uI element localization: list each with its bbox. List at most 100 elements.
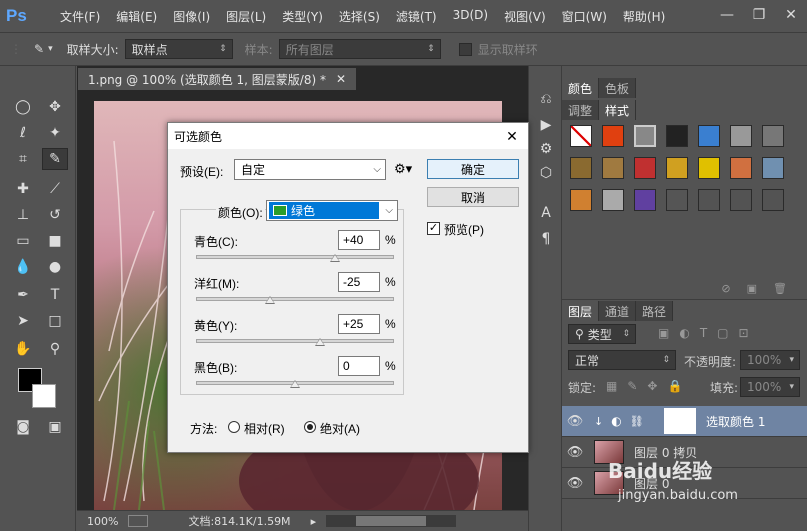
close-tab-icon[interactable]: ✕ [336, 72, 346, 86]
panel-tab[interactable]: 路径 [636, 301, 674, 321]
tool-preset-chevron-icon[interactable]: ▾ [48, 44, 53, 54]
background-color-swatch[interactable] [32, 384, 56, 408]
style-swatch[interactable] [666, 189, 688, 211]
slider-track[interactable] [196, 255, 394, 259]
slider-track[interactable] [196, 339, 394, 343]
style-swatch[interactable] [730, 189, 752, 211]
horizontal-scrollbar[interactable] [326, 515, 457, 527]
history-panel-icon[interactable]: ⎌ [535, 88, 557, 110]
menu-item[interactable]: 3D(D) [445, 8, 496, 25]
stamp-tool-icon[interactable]: ⊥ [10, 204, 36, 226]
style-swatch[interactable] [698, 189, 720, 211]
fill-input[interactable]: 100% ▾ [740, 377, 800, 397]
3d-panel-icon[interactable]: ⬡ [535, 162, 557, 184]
move-tool-icon[interactable]: ✥ [42, 96, 68, 118]
style-swatch[interactable] [634, 189, 656, 211]
cancel-button[interactable]: 取消 [427, 187, 519, 207]
style-swatch[interactable] [570, 189, 592, 211]
gradient-tool-icon[interactable]: ■ [42, 230, 68, 252]
style-swatch[interactable] [666, 157, 688, 179]
ok-button[interactable]: 确定 [427, 159, 519, 179]
blend-mode-select[interactable]: 正常 ⇕ [568, 350, 676, 370]
show-ring-checkbox[interactable] [458, 42, 472, 56]
crop-tool-icon[interactable]: ⌗ [10, 148, 36, 170]
menu-item[interactable]: 滤镜(T) [388, 8, 445, 25]
close-icon[interactable]: ✕ [502, 126, 522, 146]
quick-mask-icon[interactable]: ◙ [10, 416, 36, 438]
absolute-radio[interactable] [304, 421, 316, 433]
status-icon[interactable] [128, 515, 149, 527]
slider-thumb[interactable] [314, 338, 325, 346]
preset-select[interactable]: 自定 ⌵ [234, 159, 386, 180]
layer-mask-thumbnail[interactable] [664, 408, 696, 434]
panel-tab[interactable]: 通道 [599, 301, 637, 321]
lock-position-icon[interactable]: ✥ [647, 379, 657, 393]
history-brush-tool-icon[interactable]: ↺ [42, 204, 68, 226]
delete-style-icon[interactable]: 🗑 [773, 282, 787, 299]
menu-item[interactable]: 帮助(H) [615, 8, 673, 25]
smart-filter-icon[interactable]: ⊡ [739, 326, 749, 340]
slider-thumb[interactable] [329, 254, 340, 262]
menu-item[interactable]: 选择(S) [331, 8, 388, 25]
menu-item[interactable]: 编辑(E) [108, 8, 165, 25]
menu-item[interactable]: 窗口(W) [554, 8, 615, 25]
panel-tab[interactable]: 图层 [562, 301, 600, 321]
menu-item[interactable]: 文件(F) [52, 8, 108, 25]
lasso-tool-icon[interactable]: ℓ [10, 122, 36, 144]
clear-style-icon[interactable]: ⊘ [721, 282, 730, 299]
type-tool-icon[interactable]: T [42, 284, 68, 306]
close-window-button[interactable]: ✕ [775, 0, 807, 30]
style-swatch[interactable] [762, 157, 784, 179]
dodge-tool-icon[interactable]: ● [42, 256, 68, 278]
paragraph-panel-icon[interactable]: ¶ [535, 228, 557, 250]
actions-panel-icon[interactable]: ▶ [535, 114, 557, 136]
style-swatch[interactable] [634, 125, 656, 147]
layer-row[interactable]: 👁 ↓ ◐ ⛓ 选取颜色 1 [562, 406, 807, 437]
style-swatch[interactable] [730, 125, 752, 147]
slider-thumb[interactable] [290, 380, 300, 388]
visibility-eye-icon[interactable]: 👁 [562, 445, 588, 460]
style-swatch[interactable] [570, 125, 592, 147]
menu-item[interactable]: 图层(L) [218, 8, 274, 25]
scrollbar-thumb[interactable] [356, 516, 427, 526]
menu-item[interactable]: 类型(Y) [274, 8, 331, 25]
style-swatch[interactable] [602, 125, 624, 147]
colors-select[interactable]: 绿色 ⌵ [266, 200, 398, 221]
panel-tab[interactable]: 样式 [599, 100, 637, 120]
style-swatch[interactable] [666, 125, 688, 147]
slider-thumb[interactable] [265, 296, 276, 304]
panel-tab[interactable]: 色板 [599, 78, 637, 98]
style-swatch[interactable] [762, 125, 784, 147]
path-selection-tool-icon[interactable]: ➤ [10, 310, 36, 332]
screen-mode-icon[interactable]: ▣ [42, 416, 68, 438]
zoom-tool-icon[interactable]: ⚲ [42, 338, 68, 360]
slider-value-input[interactable]: -25 [338, 272, 380, 292]
properties-panel-icon[interactable]: ⚙ [535, 138, 557, 160]
style-swatch[interactable] [602, 157, 624, 179]
status-menu-arrow-icon[interactable]: ▸ [311, 515, 317, 528]
panel-tab[interactable]: 调整 [562, 100, 600, 120]
adjustment-filter-icon[interactable]: ◐ [679, 326, 689, 340]
pen-tool-icon[interactable]: ✒ [10, 284, 36, 306]
visibility-eye-icon[interactable]: 👁 [562, 414, 588, 429]
blur-tool-icon[interactable]: 💧 [10, 256, 36, 278]
style-swatch[interactable] [698, 157, 720, 179]
style-swatch[interactable] [602, 189, 624, 211]
healing-brush-tool-icon[interactable]: ✚ [10, 178, 36, 200]
shape-filter-icon[interactable]: ▢ [717, 326, 728, 340]
visibility-eye-icon[interactable]: 👁 [562, 476, 588, 491]
slider-value-input[interactable]: +40 [338, 230, 380, 250]
style-swatch[interactable] [634, 157, 656, 179]
eyedropper-tool-icon[interactable]: ✎ [34, 42, 44, 56]
slider-value-input[interactable]: 0 [338, 356, 380, 376]
preview-checkbox[interactable]: ✓ [427, 222, 440, 235]
slider-value-input[interactable]: +25 [338, 314, 380, 334]
magic-wand-tool-icon[interactable]: ✦ [42, 122, 68, 144]
style-swatch[interactable] [730, 157, 752, 179]
eyedropper-tool-icon[interactable]: ✎ [42, 148, 68, 170]
pixel-filter-icon[interactable]: ▣ [658, 326, 669, 340]
rectangle-tool-icon[interactable]: □ [42, 310, 68, 332]
panel-tab[interactable]: 颜色 [562, 78, 600, 98]
slider-track[interactable] [196, 297, 394, 301]
preset-options-gear-icon[interactable]: ⚙▾ [394, 161, 412, 177]
